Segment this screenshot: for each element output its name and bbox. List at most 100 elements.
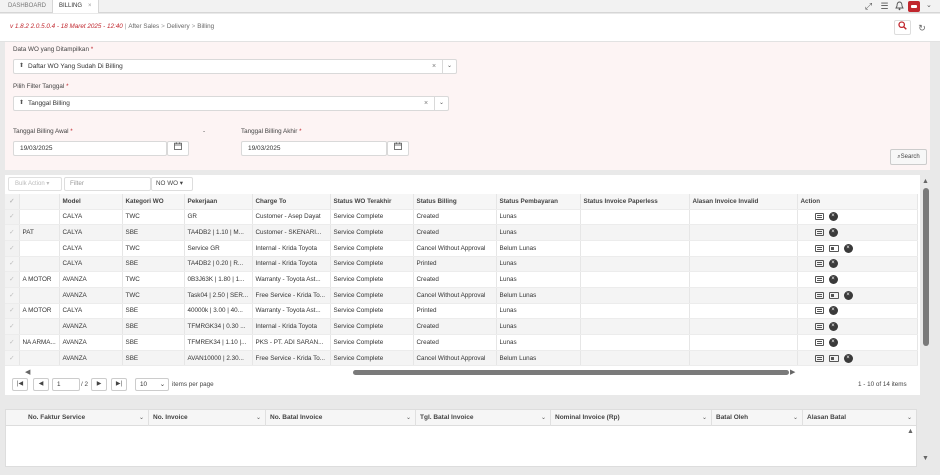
menu-icon[interactable]: ☰ [879, 1, 890, 12]
cancel-circle-icon[interactable]: × [828, 306, 838, 316]
row-checkbox[interactable]: ✓ [5, 350, 20, 367]
detail-card-icon[interactable] [814, 260, 824, 268]
column-header-nominal[interactable]: Nominal Invoice (Rp) ⌄ [551, 410, 712, 426]
column-header-model[interactable]: Model [59, 194, 123, 210]
select-all-checkbox[interactable]: ✓ [5, 194, 20, 210]
avatar[interactable] [908, 1, 920, 12]
table-row[interactable]: ✓ AVANZA SBE TFMRGK34 | 0.30 ... Internal - … [5, 318, 918, 335]
row-checkbox[interactable]: ✓ [5, 271, 20, 288]
filter-input[interactable]: Filter [64, 177, 151, 191]
cancel-circle-icon[interactable]: × [828, 228, 838, 238]
prev-page-button[interactable]: ◀ [33, 378, 49, 391]
column-header-pekerjaan[interactable]: Pekerjaan [184, 194, 253, 210]
vertical-scrollbar[interactable]: ▲ [922, 178, 930, 396]
table-row[interactable]: ✓ AVANZA TWC Task04 | 2.50 | SER... Free Ser… [5, 287, 918, 304]
date-filter-select[interactable]: ⬆ Tanggal Billing × ⌄ [13, 96, 449, 111]
detail-card-icon[interactable] [814, 338, 824, 346]
detail-card-icon[interactable] [814, 307, 824, 315]
page-input[interactable]: 1 [52, 378, 80, 391]
column-header-tgl-batal[interactable]: Tgl. Batal Invoice ⌄ [416, 410, 551, 426]
row-checkbox[interactable]: ✓ [5, 287, 20, 304]
first-page-button[interactable]: |◀ [12, 378, 28, 391]
row-checkbox[interactable]: ✓ [5, 303, 20, 320]
cancel-circle-icon[interactable]: × [843, 243, 853, 253]
scroll-up-icon[interactable]: ▲ [922, 178, 929, 185]
chevron-down-icon[interactable]: ⌄ [434, 96, 449, 111]
column-header-no-faktur[interactable]: No. Faktur Service ⌄ [24, 410, 149, 426]
scroll-down-icon[interactable]: ▼ [922, 455, 929, 462]
column-header-alasan-batal[interactable]: Alasan Batal ⌄ [803, 410, 916, 426]
column-header-alasan-invoice-invalid[interactable]: Alasan Invoice Invalid [689, 194, 798, 210]
cancel-circle-icon[interactable]: × [843, 290, 853, 300]
table-row[interactable]: ✓ NA ARMA... AVANZA SBE TFMREK34 | 1.10 |...… [5, 334, 918, 351]
clear-icon[interactable]: × [432, 60, 436, 73]
row-checkbox[interactable]: ✓ [5, 224, 20, 241]
page-size-select[interactable]: 10 ⌄ [135, 378, 169, 391]
search-button[interactable]: ⌕Search [890, 149, 927, 165]
wo-select[interactable]: ⬆ Daftar WO Yang Sudah Di Billing × ⌄ [13, 59, 457, 74]
detail-card-icon[interactable] [814, 229, 824, 237]
id-card-icon[interactable] [828, 354, 839, 362]
last-page-button[interactable]: ▶| [111, 378, 127, 391]
tab-billing[interactable]: BILLING × [52, 0, 99, 13]
detail-card-icon[interactable] [814, 276, 824, 284]
calendar-icon[interactable] [387, 141, 409, 156]
cancel-circle-icon[interactable]: × [843, 353, 853, 363]
next-page-button[interactable]: ▶ [91, 378, 107, 391]
bell-icon[interactable] [894, 1, 905, 12]
row-checkbox[interactable]: ✓ [5, 256, 20, 273]
column-header-status-invoice-paperless[interactable]: Status Invoice Paperless [580, 194, 690, 210]
column-header-status-wo[interactable]: Status WO Terakhir [330, 194, 414, 210]
detail-card-icon[interactable] [814, 323, 824, 331]
table-row[interactable]: ✓ CALYA TWC GR Customer - Asep Dayat Service … [5, 209, 918, 226]
cancel-circle-icon[interactable]: × [828, 337, 838, 347]
row-checkbox[interactable]: ✓ [5, 334, 20, 351]
cancel-circle-icon[interactable]: × [828, 275, 838, 285]
tab-dashboard[interactable]: DASHBOARD [2, 0, 52, 13]
calendar-icon[interactable] [167, 141, 189, 156]
table-row[interactable]: ✓ CALYA TWC Service GR Internal - Krida Toyo… [5, 240, 918, 257]
refresh-icon[interactable]: ↻ [916, 22, 928, 34]
chevron-down-icon[interactable]: ⌄ [442, 59, 457, 74]
scroll-up-icon[interactable]: ▲ [907, 428, 914, 435]
id-card-icon[interactable] [828, 291, 839, 299]
column-header-no-batal-invoice[interactable]: No. Batal Invoice ⌄ [266, 410, 416, 426]
cancel-circle-icon[interactable]: × [828, 259, 838, 269]
id-card-icon[interactable] [828, 244, 839, 252]
cancel-circle-icon[interactable]: × [828, 322, 838, 332]
row-pekerjaan: TA4DB2 | 0.20 | R... [184, 256, 253, 273]
detail-card-icon[interactable] [814, 291, 824, 299]
breadcrumb-item-delivery[interactable]: Delivery [167, 23, 190, 30]
table-row[interactable]: ✓ CALYA SBE TA4DB2 | 0.20 | R... Internal - … [5, 256, 918, 273]
row-checkbox[interactable]: ✓ [5, 209, 20, 226]
column-header-kategori[interactable]: Kategori WO [122, 194, 185, 210]
no-wo-dropdown[interactable]: NO WO ▾ [151, 177, 193, 191]
chevron-down-icon[interactable]: ⌄ [926, 1, 932, 9]
detail-card-icon[interactable] [814, 354, 824, 362]
table-row[interactable]: ✓ AVANZA SBE AVAN10000 | 2.30... Free Servic… [5, 350, 918, 367]
fullscreen-icon[interactable]: ⤢ [863, 1, 874, 12]
bulk-action-button[interactable]: Bulk Action ▾ [8, 177, 62, 191]
start-date-input[interactable]: 19/03/2025 [13, 141, 167, 156]
column-header-status-pembayaran[interactable]: Status Pembayaran [496, 194, 581, 210]
column-header-batal-oleh[interactable]: Batal Oleh ⌄ [712, 410, 803, 426]
end-date-input[interactable]: 19/03/2025 [241, 141, 387, 156]
column-header-charge-to[interactable]: Charge To [252, 194, 331, 210]
clear-icon[interactable]: × [424, 97, 428, 110]
column-header-status-billing[interactable]: Status Billing [413, 194, 497, 210]
scroll-thumb[interactable] [923, 188, 929, 346]
chevron-down-icon: ⌄ [159, 381, 165, 388]
breadcrumb-item-after-sales[interactable]: After Sales [128, 23, 159, 30]
scroll-thumb[interactable] [353, 370, 789, 375]
row-checkbox[interactable]: ✓ [5, 318, 20, 335]
cancel-circle-icon[interactable]: × [828, 212, 838, 222]
row-checkbox[interactable]: ✓ [5, 240, 20, 257]
table-row[interactable]: ✓ A MOTOR AVANZA TWC 0B3J63K | 1.80 | 1... Wa… [5, 271, 918, 288]
table-row[interactable]: ✓ A MOTOR CALYA SBE 40000k | 3.00 | 40... War… [5, 303, 918, 320]
search-toggle-button[interactable] [894, 20, 911, 35]
table-row[interactable]: ✓ PAT CALYA SBE TA4DB2 | 1.10 | M... Customer… [5, 224, 918, 241]
close-icon[interactable]: × [88, 3, 92, 9]
detail-card-icon[interactable] [814, 244, 824, 252]
column-header-no-invoice[interactable]: No. Invoice ⌄ [149, 410, 266, 426]
detail-card-icon[interactable] [814, 213, 824, 221]
